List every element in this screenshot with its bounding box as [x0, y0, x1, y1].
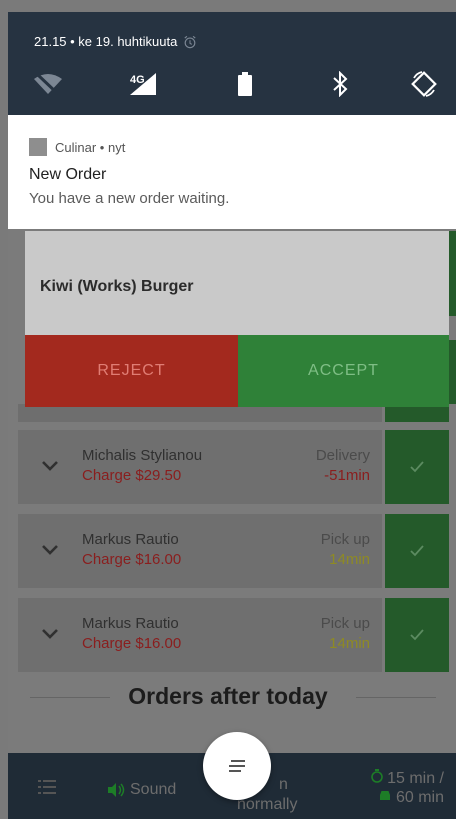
time-date: 21.15 • ke 19. huhtikuuta: [34, 34, 178, 49]
complete-order-button[interactable]: [385, 430, 449, 504]
order-item-name: Kiwi (Works) Burger: [40, 278, 194, 295]
battery-icon[interactable]: [223, 64, 267, 104]
chevron-down-icon[interactable]: [40, 624, 60, 644]
check-icon: [410, 629, 424, 641]
order-card: [18, 514, 382, 588]
prep-time: 15 min /: [387, 770, 444, 787]
speaker-icon: [108, 783, 125, 797]
chevron-down-icon[interactable]: [40, 456, 60, 476]
order-charge: Charge $29.50: [82, 467, 182, 484]
order-accept-strip: [449, 231, 456, 316]
reject-button[interactable]: REJECT: [25, 335, 238, 407]
menu-icon[interactable]: [38, 780, 56, 794]
order-time: -51min: [324, 467, 370, 484]
customer-name: Michalis Stylianou: [82, 447, 203, 464]
order-row[interactable]: Michalis Stylianou Charge $29.50 Deliver…: [18, 430, 456, 504]
order-charge: Charge $16.00: [82, 635, 182, 652]
notification-app-line: Culinar • nyt: [29, 138, 125, 156]
order-row[interactable]: Markus Rautio Charge $16.00 Pick up 14mi…: [18, 598, 456, 672]
order-time: 14min: [329, 551, 370, 568]
notification-app-label: Culinar • nyt: [55, 139, 126, 155]
new-order-notification[interactable]: Culinar • nyt New Order You have a new o…: [8, 115, 456, 229]
signal-icon[interactable]: 4G: [121, 64, 165, 104]
accept-button[interactable]: ACCEPT: [238, 335, 449, 407]
bluetooth-icon[interactable]: [318, 64, 362, 104]
quick-settings-shade: 21.15 • ke 19. huhtikuuta 4G: [8, 12, 456, 115]
culinar-app-icon: [29, 138, 47, 156]
status-line: 21.15 • ke 19. huhtikuuta: [34, 34, 197, 49]
wifi-off-icon[interactable]: [26, 64, 70, 104]
order-type: Delivery: [315, 447, 370, 464]
sound-label: Sound: [130, 781, 177, 798]
lines-icon: [229, 760, 245, 772]
order-row[interactable]: Markus Rautio Charge $16.00 Pick up 14mi…: [18, 514, 456, 588]
section-title: Orders after today: [128, 683, 328, 709]
order-charge: Charge $16.00: [82, 551, 182, 568]
delivery-time: 60 min: [395, 789, 444, 806]
car-icon: [379, 791, 390, 800]
timer-icon: [370, 769, 383, 783]
check-icon: [410, 461, 424, 473]
alarm-icon: [184, 35, 196, 48]
order-accept-strip: [449, 340, 456, 404]
auto-rotate-icon[interactable]: [402, 64, 446, 104]
customer-name: Markus Rautio: [82, 615, 179, 632]
notification-text: You have a new order waiting.: [29, 190, 230, 207]
order-type: Pick up: [320, 531, 370, 548]
complete-order-button[interactable]: [385, 598, 449, 672]
chevron-down-icon[interactable]: [40, 540, 60, 560]
wait-times[interactable]: 15 min / 60 min: [370, 769, 444, 807]
check-icon: [410, 545, 424, 557]
order-card: [18, 598, 382, 672]
network-label: 4G: [130, 74, 145, 86]
notification-title: New Order: [29, 166, 107, 183]
customer-name: Markus Rautio: [82, 531, 179, 548]
order-type: Pick up: [320, 615, 370, 632]
sound-toggle[interactable]: Sound: [108, 781, 176, 799]
notes-fab-button[interactable]: [203, 732, 271, 800]
order-time: 14min: [329, 635, 370, 652]
complete-order-button[interactable]: [385, 514, 449, 588]
